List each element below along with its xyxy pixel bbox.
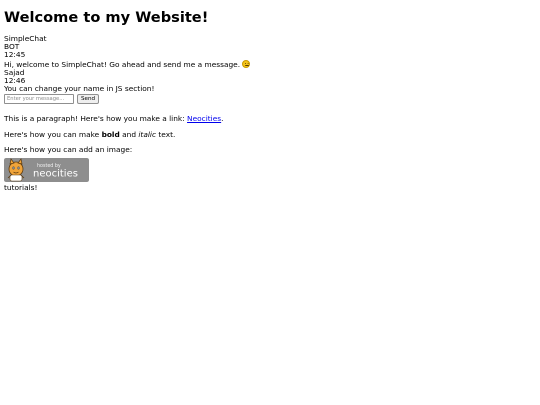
page: Welcome to my Website! SimpleChat BOT 12…: [0, 0, 540, 192]
paragraph-text: and: [119, 129, 139, 139]
paragraph-formatting: Here's how you can make bold and italic …: [4, 129, 537, 139]
badge-neocities-label: neocities: [33, 169, 78, 180]
chat-message-sender: BOT: [4, 42, 20, 52]
message-input[interactable]: [4, 94, 74, 105]
paragraph-end: .: [221, 114, 224, 124]
hosted-by-neocities-badge[interactable]: hosted by neocities: [4, 158, 89, 183]
bold-text: bold: [101, 129, 120, 139]
send-button[interactable]: Send: [77, 94, 100, 105]
italic-text: italic: [138, 129, 157, 139]
footer-text: tutorials!: [4, 183, 38, 193]
neocities-cat-icon: [7, 158, 25, 182]
chat-message-time: 12:45: [4, 50, 26, 60]
grinning-face-icon: [242, 59, 251, 68]
chat-message: Hi, welcome to SimpleChat! Go ahead and …: [4, 59, 537, 69]
paragraph-text: This is a paragraph! Here's how you make…: [4, 114, 188, 124]
paragraph-end: text.: [156, 129, 176, 139]
neocities-link[interactable]: Neocities: [187, 114, 221, 123]
paragraph-text: Here's how you can make: [4, 129, 102, 139]
chat-message-sender: Sajad: [4, 67, 25, 77]
paragraph-link: This is a paragraph! Here's how you make…: [4, 115, 537, 123]
chat-input-row: Send: [4, 94, 537, 105]
page-title: Welcome to my Website!: [4, 9, 209, 26]
chat-message-text: You can change your name in JS section!: [4, 84, 155, 94]
chat-message-text: Hi, welcome to SimpleChat! Go ahead and …: [4, 59, 241, 69]
chat-widget: SimpleChat BOT 12:45 Hi, welcome to Simp…: [4, 34, 537, 105]
chat-title: SimpleChat: [4, 34, 47, 43]
paragraph-image: Here's how you can add an image:: [4, 144, 133, 154]
